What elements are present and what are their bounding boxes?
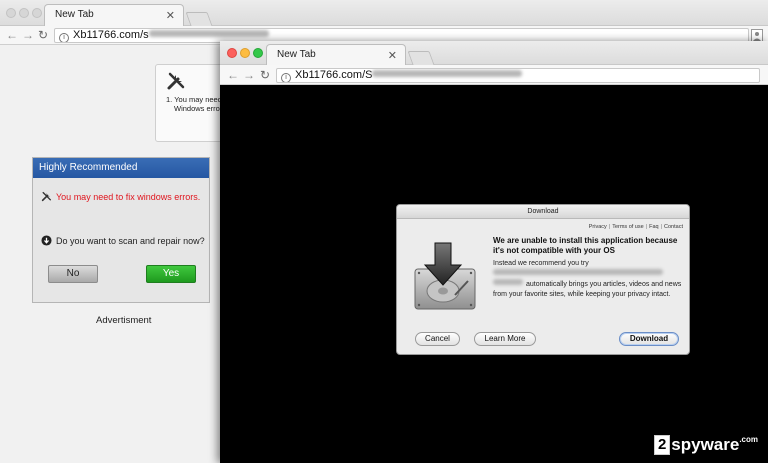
front-url-blurred [372,70,523,77]
front-address-bar: ← → ↻ i Xb11766.com/S [220,65,768,85]
warning-text: You may need to fix windows errors. [56,192,201,202]
back-minimize-dot[interactable] [19,8,29,18]
download-heading: We are unable to install this applicatio… [493,236,678,255]
front-tab-strip: New Tab ✕ [220,41,768,65]
recommended-dialog: Highly Recommended You may need to fix w… [32,157,210,303]
front-reload-icon[interactable]: ↻ [260,68,270,82]
back-close-dot[interactable] [6,8,16,18]
back-tab-title: New Tab [55,9,94,20]
faq-link[interactable]: Faq [649,224,658,230]
front-tab-title: New Tab [277,49,316,60]
advertisement-label: Advertisment [96,315,152,326]
tooltip-line-1: 1. You may need [166,95,222,104]
front-info-icon[interactable]: i [281,73,291,82]
learn-more-button[interactable]: Learn More [474,332,536,346]
back-new-tab-button[interactable] [185,12,213,26]
download-body-intro: Instead we recommend you try [493,260,589,267]
back-tab[interactable]: New Tab ✕ [44,4,184,26]
question-row: Do you want to scan and repair now? [41,235,205,246]
yes-button[interactable]: Yes [146,265,196,283]
back-arrow-left-icon[interactable]: ← [6,28,18,42]
privacy-link[interactable]: Privacy [589,224,607,230]
back-tab-close-icon[interactable]: ✕ [166,9,175,22]
front-url-text: Xb11766.com/S [295,69,373,81]
front-zoom-dot[interactable] [253,48,263,58]
hard-disk-download-icon [414,242,476,310]
dialog-links: Privacy | Terms of use | Faq | Contact [588,224,683,230]
front-new-tab-button[interactable] [407,51,435,65]
download-button[interactable]: Download [619,332,679,346]
download-body-blurred [493,268,683,280]
terms-link[interactable]: Terms of use [612,224,643,230]
front-browser-window: New Tab ✕ ← → ↻ i Xb11766.com/S Download … [220,41,768,463]
back-url-blurred [148,30,269,37]
download-dialog: Download Privacy | Terms of use | Faq | Contac… [396,204,690,355]
cancel-button[interactable]: Cancel [415,332,460,346]
back-tab-strip: New Tab ✕ [0,0,768,26]
front-minimize-dot[interactable] [240,48,250,58]
tools-icon [167,72,185,90]
front-close-dot[interactable] [227,48,237,58]
no-button[interactable]: No [48,265,98,283]
question-text: Do you want to scan and repair now? [56,236,205,246]
watermark-suffix: .com [739,435,758,444]
front-tab[interactable]: New Tab ✕ [266,44,406,65]
watermark: 2 spyware.com [653,435,758,455]
recommended-dialog-title: Highly Recommended [33,158,209,178]
front-arrow-right-icon[interactable]: → [243,68,255,82]
tooltip-text: 1. You may need Windows error [166,95,222,113]
tooltip-card: 1. You may need Windows error [155,64,225,142]
screenshot-root: New Tab ✕ ← → ↻ i Xb11766.com/s 1. You m… [0,0,768,463]
download-body: Instead we recommend you try automatical… [493,259,683,299]
front-url-field[interactable]: i Xb11766.com/S [276,68,760,83]
front-arrow-left-icon[interactable]: ← [227,68,239,82]
contact-link[interactable]: Contact [664,224,683,230]
download-product-blurred [493,279,523,285]
back-url-text: Xb11766.com/s [73,29,149,41]
arrow-circle-icon [41,235,52,246]
back-arrow-right-icon[interactable]: → [22,28,34,42]
watermark-box: 2 [653,435,671,455]
back-info-icon[interactable]: i [59,33,69,42]
watermark-text: spyware [671,435,740,454]
download-dialog-title: Download [397,205,689,219]
tooltip-line-2: Windows error [174,104,223,113]
warning-row: You may need to fix windows errors. [41,191,200,202]
back-reload-icon[interactable]: ↻ [38,28,48,42]
tools-icon [41,191,52,202]
front-tab-close-icon[interactable]: ✕ [388,49,397,62]
back-zoom-dot[interactable] [32,8,42,18]
